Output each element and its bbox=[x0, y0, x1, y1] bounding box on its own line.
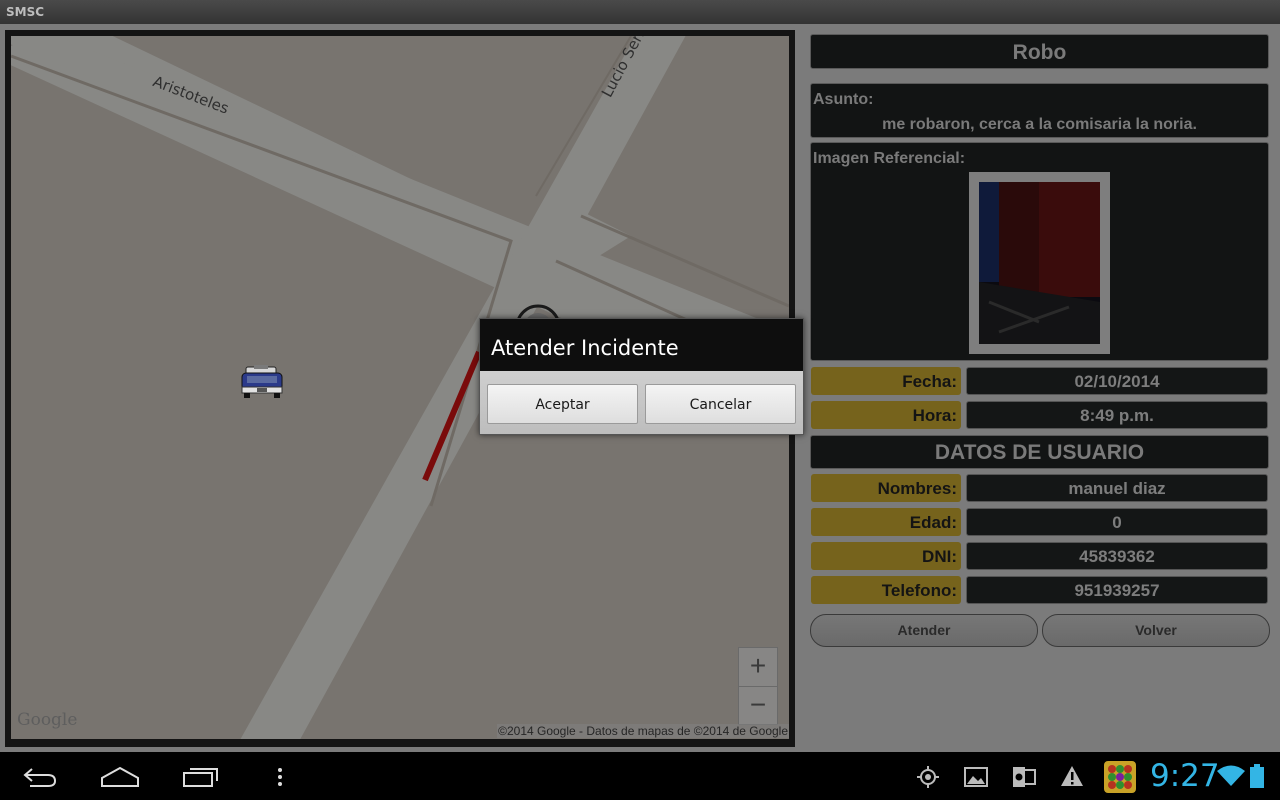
battery-icon bbox=[1250, 764, 1264, 793]
telefono-label: Telefono: bbox=[811, 576, 961, 604]
home-icon[interactable] bbox=[100, 766, 140, 793]
hora-value: 8:49 p.m. bbox=[966, 401, 1268, 429]
incident-title-panel: Robo bbox=[810, 34, 1269, 69]
system-nav-bar: 9:27 bbox=[0, 752, 1280, 800]
nombres-value: manuel diaz bbox=[966, 474, 1268, 502]
app-icon bbox=[1104, 761, 1136, 798]
map-attribution[interactable]: ©2014 Google - Datos de mapas de ©2014 d… bbox=[497, 724, 789, 738]
atender-button[interactable]: Atender bbox=[810, 614, 1038, 647]
asunto-panel: Asunto: me robaron, cerca a la comisaria… bbox=[810, 83, 1269, 138]
gallery-icon bbox=[964, 766, 988, 793]
asunto-label: Asunto: bbox=[813, 91, 874, 108]
atender-dialog: Atender Incidente Aceptar Cancelar bbox=[479, 318, 804, 435]
user-heading-panel: DATOS DE USUARIO bbox=[810, 435, 1269, 469]
app-title: SMSC bbox=[6, 5, 45, 19]
zoom-in-button[interactable]: + bbox=[739, 648, 777, 685]
fecha-value: 02/10/2014 bbox=[966, 367, 1268, 395]
hora-label: Hora: bbox=[811, 401, 961, 429]
warning-icon bbox=[1060, 765, 1084, 792]
dni-value: 45839362 bbox=[966, 542, 1268, 570]
outlook-icon bbox=[1012, 765, 1036, 794]
aceptar-button[interactable]: Aceptar bbox=[487, 384, 638, 424]
zoom-controls: + − bbox=[738, 647, 778, 725]
volver-button[interactable]: Volver bbox=[1042, 614, 1270, 647]
imagen-panel: Imagen Referencial: bbox=[810, 142, 1269, 361]
back-icon[interactable] bbox=[22, 766, 58, 793]
dialog-buttons: Aceptar Cancelar bbox=[480, 371, 803, 434]
asunto-value: me robaron, cerca a la comisaria la nori… bbox=[882, 116, 1197, 133]
clock[interactable]: 9:27 bbox=[1150, 758, 1220, 794]
google-logo: Google bbox=[17, 710, 78, 730]
gps-icon bbox=[917, 766, 939, 793]
cancelar-button[interactable]: Cancelar bbox=[645, 384, 796, 424]
user-heading: DATOS DE USUARIO bbox=[934, 441, 1145, 464]
edad-value: 0 bbox=[966, 508, 1268, 536]
dni-label: DNI: bbox=[811, 542, 961, 570]
edad-label: Edad: bbox=[811, 508, 961, 536]
fecha-label: Fecha: bbox=[811, 367, 961, 395]
reference-photo-icon bbox=[979, 182, 1100, 344]
imagen-label: Imagen Referencial: bbox=[813, 150, 966, 167]
menu-icon[interactable] bbox=[276, 766, 284, 793]
zoom-out-button[interactable]: − bbox=[739, 686, 777, 724]
wifi-icon bbox=[1217, 765, 1245, 792]
incident-title: Robo bbox=[1012, 41, 1067, 64]
title-bar: SMSC bbox=[0, 0, 1280, 24]
nombres-label: Nombres: bbox=[811, 474, 961, 502]
reference-image[interactable] bbox=[969, 172, 1110, 354]
dialog-title: Atender Incidente bbox=[480, 319, 803, 371]
recent-apps-icon[interactable] bbox=[182, 766, 220, 793]
telefono-value: 951939257 bbox=[966, 576, 1268, 604]
